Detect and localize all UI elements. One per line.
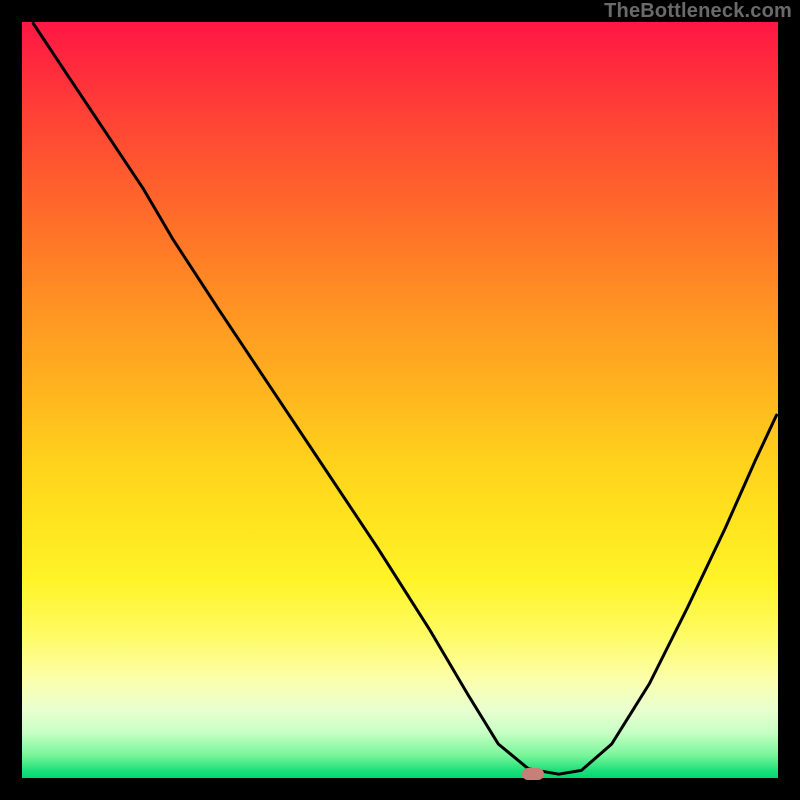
optimal-point-marker: [522, 768, 544, 780]
bottleneck-curve: [22, 22, 778, 778]
attribution-text: TheBottleneck.com: [604, 0, 792, 23]
gradient-plot-area: [22, 22, 778, 778]
